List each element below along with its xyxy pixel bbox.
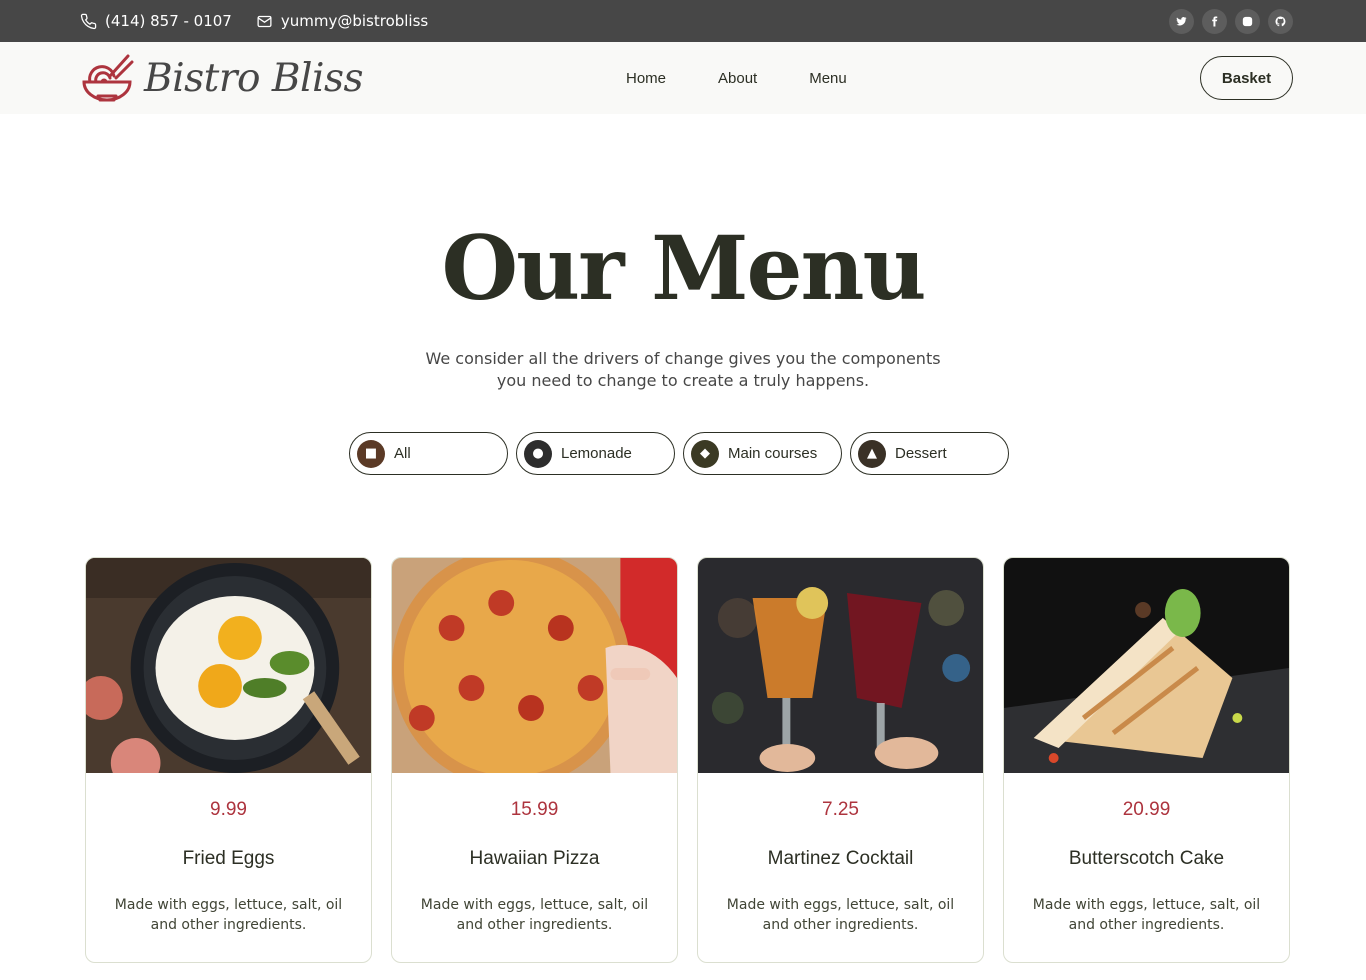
nav-menu[interactable]: Menu [793, 62, 863, 95]
filter-dessert[interactable]: ▲ Dessert [850, 432, 1009, 475]
filter-main-courses[interactable]: ◆ Main courses [683, 432, 842, 475]
menu-card[interactable]: 9.99 Fried Eggs Made with eggs, lettuce,… [85, 557, 372, 963]
social-links [1169, 8, 1293, 34]
item-description: Made with eggs, lettuce, salt, oil and o… [114, 897, 343, 933]
item-name: Butterscotch Cake [1068, 848, 1225, 869]
plate-icon: ◆ [691, 439, 719, 468]
filter-all[interactable]: ■ All [349, 432, 508, 475]
butterscotch-cake-image [1004, 558, 1289, 773]
item-price: 15.99 [510, 799, 559, 820]
nav-home[interactable]: Home [610, 62, 682, 95]
page-title: Our Menu [441, 216, 927, 320]
item-name: Hawaiian Pizza [469, 848, 600, 869]
email-address: yummy@bistrobliss [280, 12, 429, 30]
item-price: 20.99 [1122, 799, 1171, 820]
mail-icon [257, 15, 272, 27]
item-description: Made with eggs, lettuce, salt, oil and o… [1032, 897, 1261, 933]
basket-button[interactable]: Basket [1200, 56, 1293, 100]
category-filters: ■ All ● Lemonade ◆ Main courses ▲ Desser… [0, 432, 1366, 475]
menu-card[interactable]: 20.99 Butterscotch Cake Made with eggs, … [1003, 557, 1290, 963]
github-icon[interactable] [1268, 8, 1293, 34]
item-price: 7.25 [822, 799, 859, 820]
phone-icon [80, 13, 97, 29]
site-header: Bistro Bliss Home About Menu Basket [0, 42, 1366, 114]
filter-label: Main courses [728, 445, 818, 462]
phone-number: (414) 857 - 0107 [105, 12, 232, 30]
item-description: Made with eggs, lettuce, salt, oil and o… [726, 897, 955, 933]
fried-eggs-image [86, 558, 371, 773]
email-contact[interactable]: yummy@bistrobliss [256, 12, 428, 30]
filter-label: All [394, 445, 411, 462]
filter-label: Dessert [895, 445, 947, 462]
menu-grid: 9.99 Fried Eggs Made with eggs, lettuce,… [85, 557, 1290, 963]
menu-card[interactable]: 7.25 Martinez Cocktail Made with eggs, l… [697, 557, 984, 963]
twitter-icon[interactable] [1169, 8, 1194, 34]
martinez-cocktail-image [698, 558, 983, 773]
brand[interactable]: Bistro Bliss [80, 52, 363, 104]
brand-name: Bistro Bliss [144, 55, 363, 101]
bowl-logo-icon [82, 54, 134, 102]
item-name: Fried Eggs [182, 848, 275, 869]
filter-lemonade[interactable]: ● Lemonade [516, 432, 675, 475]
item-description: Made with eggs, lettuce, salt, oil and o… [420, 897, 649, 933]
instagram-icon[interactable] [1235, 8, 1260, 34]
nav-about[interactable]: About [702, 62, 773, 95]
hawaiian-pizza-image [392, 558, 677, 773]
drink-icon: ● [524, 439, 552, 468]
page-subtitle: We consider all the drivers of change gi… [425, 349, 941, 390]
filter-label: Lemonade [561, 445, 632, 462]
contact-info: (414) 857 - 0107 yummy@bistrobliss [80, 12, 428, 30]
menu-card[interactable]: 15.99 Hawaiian Pizza Made with eggs, let… [391, 557, 678, 963]
item-name: Martinez Cocktail [767, 848, 914, 869]
item-price: 9.99 [210, 799, 247, 820]
phone-contact[interactable]: (414) 857 - 0107 [80, 12, 232, 30]
cake-icon: ▲ [858, 439, 886, 468]
facebook-icon[interactable] [1202, 8, 1227, 34]
all-food-icon: ■ [357, 439, 385, 468]
top-bar: (414) 857 - 0107 yummy@bistrobliss [0, 0, 1366, 42]
main-nav: Home About Menu [610, 42, 883, 114]
